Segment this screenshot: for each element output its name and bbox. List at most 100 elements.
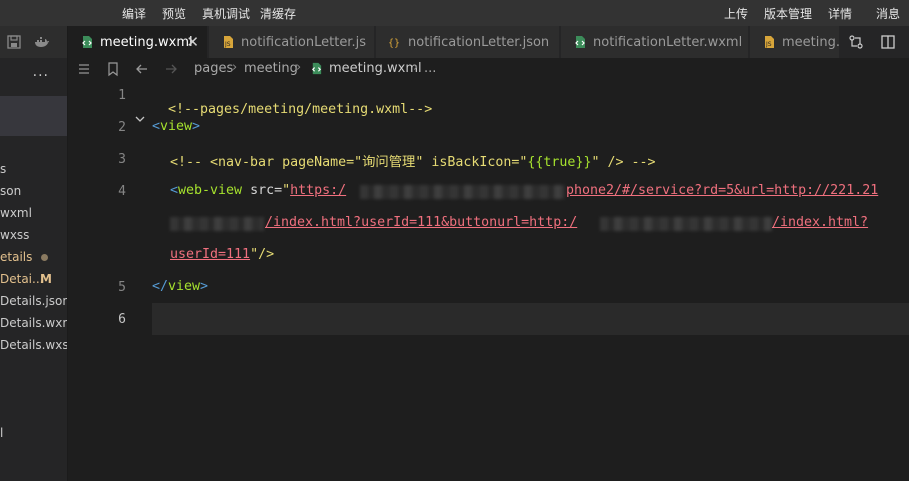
code-expression: {{true}} [527, 155, 592, 170]
menu-compile[interactable]: 编译 [122, 5, 146, 22]
js-file-icon: JS [765, 36, 774, 48]
tab-meeting-wxml[interactable]: meeting.wxml ✕ [68, 26, 208, 58]
file-item[interactable]: Details.json [0, 290, 68, 312]
modified-badge: M [40, 272, 52, 286]
menu-version-management[interactable]: 版本管理 [764, 5, 812, 22]
code-url-link[interactable]: https:/ [290, 183, 346, 198]
tab-meeting-js[interactable]: JS meeting. [750, 26, 840, 58]
code-quote: " [282, 183, 291, 198]
tab-label: notificationLetter.js [241, 35, 366, 50]
code-line-4-wrap-1[interactable]: /index.html?userId=111&buttonurl=http:/ [265, 215, 577, 230]
breadcrumb-meeting[interactable]: meeting [244, 61, 298, 76]
code-tag: web-view [178, 183, 243, 198]
file-label: s [0, 162, 7, 176]
menu-messages[interactable]: 消息 [876, 5, 900, 22]
compare-changes-icon[interactable] [848, 34, 864, 50]
bookmark-icon[interactable] [105, 61, 121, 77]
code-bracket: > [192, 119, 201, 134]
tab-label: meeting. [782, 35, 840, 50]
line-number: 1 [118, 88, 126, 103]
docker-icon[interactable] [34, 34, 50, 50]
breadcrumb-separator: › [296, 60, 302, 75]
tab-label: notificationLetter.json [408, 35, 550, 50]
modified-dot-icon [41, 254, 48, 261]
breadcrumb-ellipsis[interactable]: ... [424, 61, 436, 76]
code-line-2[interactable]: <view> [152, 119, 200, 134]
code-bracket: < [170, 183, 179, 198]
menu-details[interactable]: 详情 [828, 5, 852, 22]
current-line-highlight [152, 303, 909, 335]
tab-notificationletter-json[interactable]: {} notificationLetter.json [376, 26, 560, 58]
menu-upload[interactable]: 上传 [724, 5, 748, 22]
json-file-icon: {} [388, 38, 400, 49]
line-number: 5 [118, 280, 126, 295]
svg-text:JS: JS [765, 41, 772, 48]
redacted-blur [360, 185, 565, 199]
file-label: Details.json [0, 294, 68, 308]
save-icon[interactable] [6, 34, 22, 50]
code-bracket: > [200, 279, 209, 294]
menu-remote-debug[interactable]: 真机调试 [202, 5, 250, 22]
file-item-modified[interactable]: Detai... M [0, 268, 67, 290]
file-label: Detai... [0, 272, 44, 286]
file-explorer-sidebar: ... s son wxml wxss etails Detai... M De… [0, 26, 68, 481]
menu-clear-cache[interactable]: 清缓存 [260, 5, 296, 22]
sidebar-selected-folder[interactable] [0, 96, 67, 136]
forward-arrow-icon[interactable] [163, 61, 179, 77]
svg-text:JS: JS [224, 41, 231, 48]
file-label: wxss [0, 228, 30, 242]
code-bracket: </ [152, 279, 169, 294]
redacted-blur [170, 217, 264, 231]
code-line-4-wrap-1b[interactable]: /index.html? [772, 215, 868, 230]
outline-list-icon[interactable] [76, 61, 92, 77]
file-label: l [0, 426, 4, 440]
close-icon[interactable]: ✕ [186, 33, 199, 51]
file-item[interactable]: s [0, 158, 6, 180]
line-number-current: 6 [118, 312, 126, 327]
menu-bar: 编译 预览 真机调试 清缓存 上传 版本管理 详情 消息 [0, 0, 909, 26]
svg-text:{}: {} [388, 38, 400, 49]
code-url-link[interactable]: /index.html? [772, 215, 868, 230]
menu-preview[interactable]: 预览 [162, 5, 186, 22]
code-line-4-wrap-2[interactable]: userId=111"/> [170, 247, 274, 262]
file-label: Details.wxml [0, 316, 67, 330]
redacted-blur [600, 217, 772, 231]
line-number: 2 [118, 120, 126, 135]
code-line-5[interactable]: </view> [152, 279, 208, 294]
breadcrumb-file[interactable]: meeting.wxml [329, 61, 422, 76]
code-line-1[interactable]: <!--pages/meeting/meeting.wxml--> [152, 87, 432, 117]
code-tag-end: "/> [250, 247, 275, 262]
file-label: Details.wxss [0, 338, 68, 352]
tab-label: meeting.wxml [100, 35, 193, 50]
file-item[interactable]: Details.wxml [0, 312, 67, 334]
file-item[interactable]: wxml [0, 202, 32, 224]
breadcrumb-bar: pages › meeting › meeting.wxml › ... [68, 58, 909, 80]
code-comment: <!-- <nav-bar pageName="询问管理" isBackIcon… [170, 155, 528, 170]
fold-chevron-down-icon[interactable] [134, 113, 146, 125]
sidebar-toolbar [0, 26, 67, 58]
code-line-4-cont[interactable]: phone2/#/service?rd=5&url=http://221.21 [566, 183, 878, 198]
code-url-link[interactable]: /index.html?userId=111&buttonurl=http:/ [265, 215, 577, 230]
file-label: son [0, 184, 22, 198]
file-item[interactable]: son [0, 180, 21, 202]
back-arrow-icon[interactable] [134, 61, 150, 77]
file-item[interactable]: wxss [0, 224, 29, 246]
code-line-3[interactable]: <!-- <nav-bar pageName="询问管理" isBackIcon… [170, 151, 656, 170]
code-line-4[interactable]: <web-view src="https:/ [170, 183, 346, 198]
line-number: 4 [118, 184, 126, 199]
code-url-link[interactable]: userId=111 [170, 247, 250, 262]
tab-notificationletter-js[interactable]: JS notificationLetter.js [209, 26, 375, 58]
tab-notificationletter-wxml[interactable]: notificationLetter.wxml [561, 26, 749, 58]
file-item[interactable]: l [0, 422, 3, 444]
breadcrumb-pages[interactable]: pages [194, 61, 233, 76]
code-url-link[interactable]: phone2/#/service?rd=5&url=http://221.21 [566, 183, 878, 198]
file-item-modified-folder[interactable]: etails [0, 246, 67, 268]
file-item[interactable]: Details.wxss [0, 334, 68, 356]
breadcrumb-separator: › [232, 60, 238, 75]
more-actions-icon[interactable]: ... [33, 64, 49, 80]
code-tag: view [160, 119, 193, 134]
code-comment: " /> --> [591, 155, 656, 170]
wxml-file-icon [311, 62, 322, 75]
split-editor-icon[interactable] [880, 34, 896, 50]
breadcrumb-separator: › [413, 60, 419, 75]
